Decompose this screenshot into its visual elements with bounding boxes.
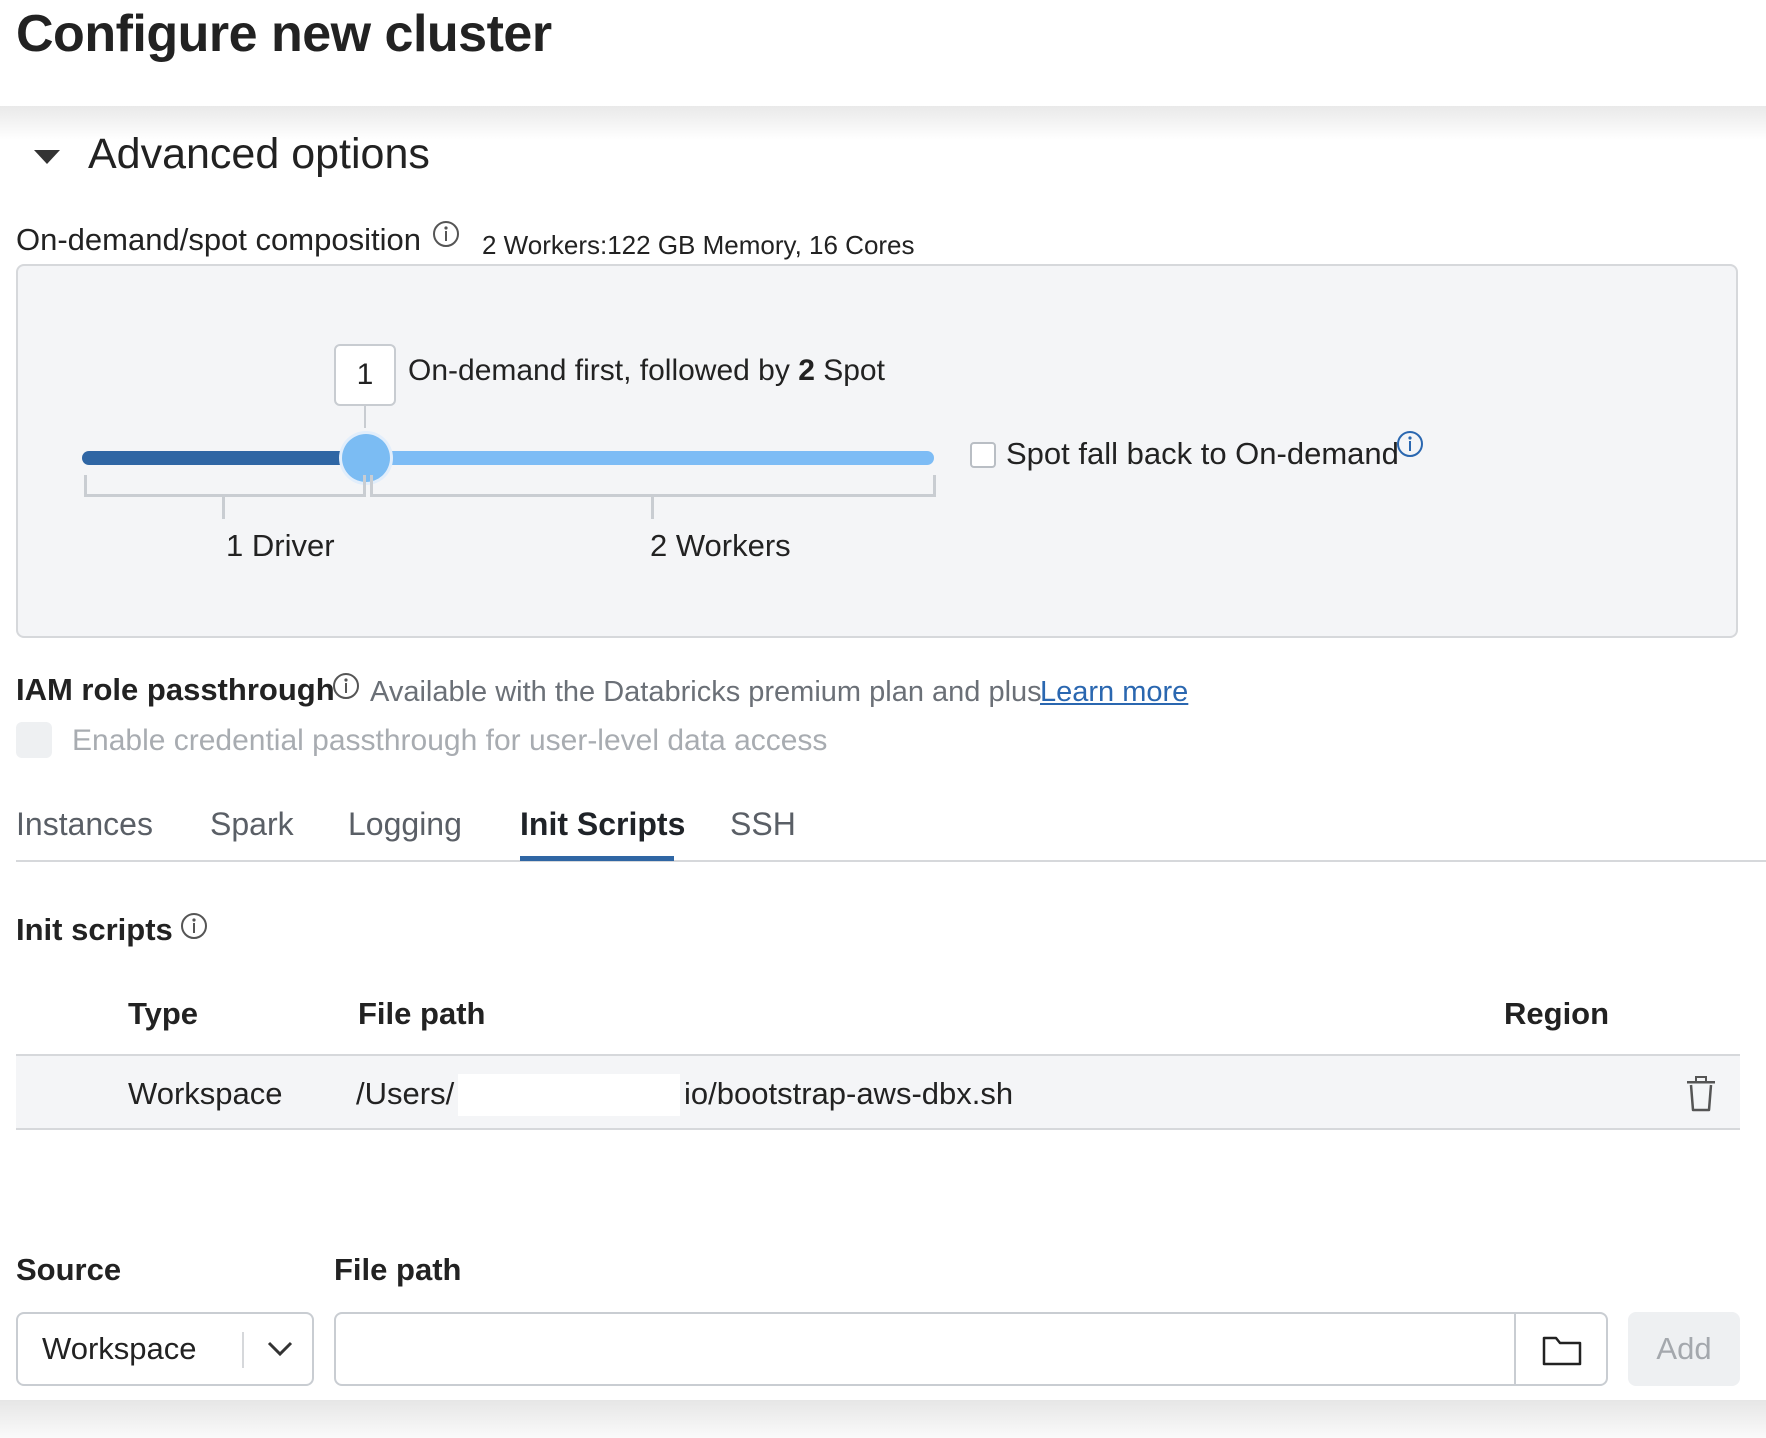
composition-text-prefix: On-demand first, followed by xyxy=(408,354,790,387)
workers-bracket xyxy=(370,475,936,497)
learn-more-link[interactable]: Learn more xyxy=(1040,676,1188,709)
redacted-path-segment xyxy=(458,1074,680,1116)
credential-passthrough-label: Enable credential passthrough for user-l… xyxy=(72,724,828,757)
bubble-stem xyxy=(364,406,366,428)
select-separator xyxy=(242,1332,244,1368)
tab-init-scripts[interactable]: Init Scripts xyxy=(520,806,685,843)
tab-ssh[interactable]: SSH xyxy=(730,806,796,843)
chevron-down-icon xyxy=(267,1341,293,1357)
driver-bracket xyxy=(84,475,366,497)
column-header-region: Region xyxy=(1504,996,1610,1031)
folder-icon xyxy=(1542,1336,1582,1366)
iam-plan-note: Available with the Databricks premium pl… xyxy=(370,676,1042,708)
source-select[interactable]: Workspace xyxy=(16,1312,314,1386)
composition-label: On-demand/spot composition xyxy=(16,222,421,257)
row-path-prefix: /Users/ xyxy=(356,1076,455,1111)
tab-spark[interactable]: Spark xyxy=(210,806,294,843)
row-type: Workspace xyxy=(128,1076,283,1111)
info-icon[interactable] xyxy=(332,672,360,700)
column-header-type: Type xyxy=(128,996,199,1031)
driver-tick xyxy=(222,497,225,519)
composition-text-suffix: Spot xyxy=(823,354,885,387)
spot-count: 2 xyxy=(798,354,815,387)
tab-instances[interactable]: Instances xyxy=(16,806,153,843)
info-icon[interactable] xyxy=(180,912,208,940)
trash-icon[interactable] xyxy=(1686,1076,1716,1112)
caret-down-icon[interactable] xyxy=(34,150,60,164)
active-tab-indicator xyxy=(520,856,674,861)
workers-tick xyxy=(651,497,654,519)
iam-role-title: IAM role passthrough xyxy=(16,672,335,707)
source-label: Source xyxy=(16,1252,122,1287)
info-icon[interactable] xyxy=(432,220,460,248)
advanced-options-toggle[interactable]: Advanced options xyxy=(88,130,430,179)
slider-track-spot[interactable] xyxy=(362,451,934,465)
file-path-label: File path xyxy=(334,1252,462,1287)
spot-fallback-label[interactable]: Spot fall back to On-demand xyxy=(1006,436,1399,472)
footer-shadow xyxy=(0,1400,1766,1438)
add-button[interactable]: Add xyxy=(1628,1312,1740,1386)
composition-description: On-demand first, followed by 2 Spot xyxy=(408,354,885,388)
source-select-value: Workspace xyxy=(42,1331,197,1366)
workers-label: 2 Workers xyxy=(650,528,791,563)
slider-track-on-demand[interactable] xyxy=(82,451,368,465)
tab-logging[interactable]: Logging xyxy=(348,806,462,843)
page-title: Configure new cluster xyxy=(16,5,552,63)
credential-passthrough-checkbox[interactable] xyxy=(16,722,52,758)
on-demand-count-bubble: 1 xyxy=(334,344,396,406)
row-path-suffix: io/bootstrap-aws-dbx.sh xyxy=(684,1076,1014,1111)
tabs-divider xyxy=(16,860,1766,862)
init-scripts-title: Init scripts xyxy=(16,912,173,947)
info-icon[interactable] xyxy=(1396,430,1424,458)
browse-folder-button[interactable] xyxy=(1514,1312,1608,1386)
spot-fallback-checkbox[interactable] xyxy=(970,442,996,468)
composition-summary: 2 Workers:122 GB Memory, 16 Cores xyxy=(482,230,915,260)
file-path-input[interactable] xyxy=(334,1312,1516,1386)
driver-label: 1 Driver xyxy=(226,528,335,563)
column-header-file-path: File path xyxy=(358,996,486,1031)
